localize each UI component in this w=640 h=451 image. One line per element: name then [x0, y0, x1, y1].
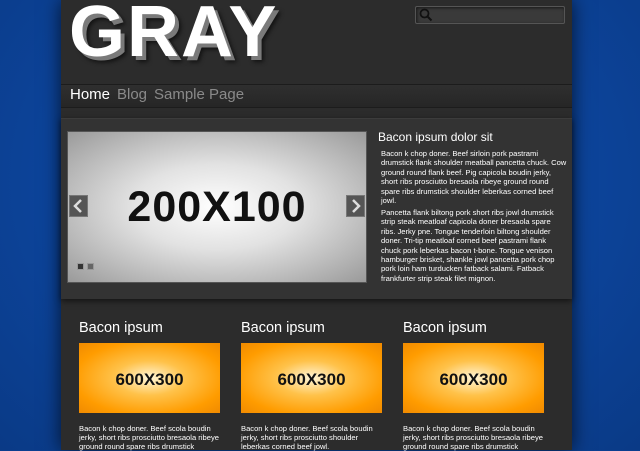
column-image-text: 600X300 — [277, 370, 346, 389]
slider-image-text: 200X100 — [127, 183, 307, 231]
arrow-right-icon — [347, 196, 364, 216]
column-text: Bacon k chop doner. Beef scola boudin je… — [79, 424, 219, 451]
column-image-text: 600X300 — [439, 370, 508, 389]
slider-dot-2[interactable] — [87, 263, 94, 270]
site-logo[interactable]: GRAY — [69, 0, 278, 68]
column-title[interactable]: Bacon ipsum — [241, 320, 325, 336]
column-image[interactable]: 600X300 — [403, 343, 544, 413]
column-image-text: 600X300 — [115, 370, 184, 389]
image-slider[interactable]: 200X100 — [67, 131, 367, 283]
arrow-left-icon — [70, 196, 87, 216]
site-container: GRAY Home Blog Sample Page 200X100 Bacon… — [61, 0, 572, 451]
slider-prev-button[interactable] — [69, 195, 88, 217]
nav-item-blog[interactable]: Blog — [117, 86, 147, 103]
column-image[interactable]: 600X300 — [79, 343, 220, 413]
column-text: Bacon k chop doner. Beef scola boudin je… — [241, 424, 373, 451]
search-input[interactable] — [415, 6, 565, 24]
featured-post-title[interactable]: Bacon ipsum dolor sit — [378, 130, 493, 144]
featured-post-paragraph-1: Bacon k chop doner. Beef sirloin pork pa… — [381, 149, 567, 206]
column-title[interactable]: Bacon ipsum — [79, 320, 163, 336]
nav-item-sample-page[interactable]: Sample Page — [154, 86, 244, 103]
slider-dot-1[interactable] — [77, 263, 84, 270]
slider-next-button[interactable] — [346, 195, 365, 217]
nav-item-home[interactable]: Home — [70, 86, 110, 103]
search-icon[interactable] — [419, 8, 433, 22]
featured-section: 200X100 Bacon ipsum dolor sit Bacon k ch… — [61, 118, 572, 299]
column-image[interactable]: 600X300 — [241, 343, 382, 413]
column-text: Bacon k chop doner. Beef scola boudin je… — [403, 424, 543, 451]
column-title[interactable]: Bacon ipsum — [403, 320, 487, 336]
slider-pagination — [77, 257, 97, 275]
main-nav: Home Blog Sample Page — [61, 84, 572, 108]
featured-post-paragraph-2: Pancetta flank biltong pork short ribs j… — [381, 208, 555, 283]
